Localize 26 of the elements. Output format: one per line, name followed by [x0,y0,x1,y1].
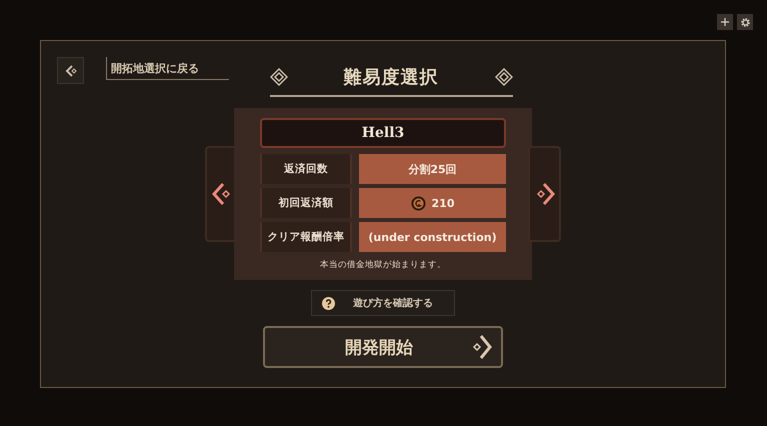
diamond-icon [270,68,288,86]
help-button[interactable]: 遊び方を確認する [311,290,455,316]
row-value: (under construction) [359,222,506,252]
start-button[interactable]: 開発開始 [263,326,503,368]
next-button[interactable] [528,146,561,242]
add-button[interactable] [717,14,733,30]
amount-text: 210 [432,196,454,210]
diamond-icon [494,68,512,86]
row-label: クリア報酬倍率 [260,222,352,252]
note-text: 本当の借金地獄が始まります。 [319,259,447,271]
dialog-title: 難易度選択 [344,66,438,89]
coin-icon [410,196,426,210]
question-icon [322,296,335,310]
right-arrow-icon [471,334,493,360]
back-arrow-icon [64,64,76,76]
back-link[interactable]: 開拓地選択に戻る [106,57,229,80]
back-button[interactable] [57,57,84,84]
difficulty-name: Hell3 [260,118,506,148]
settings-icon [740,16,750,28]
row-label: 初回返済額 [260,188,352,218]
settings-button[interactable] [737,14,753,30]
plus-icon [720,17,730,27]
left-arrow-icon [212,182,232,206]
row-value: 分割25回 [359,154,506,184]
row-label: 返済回数 [260,154,352,184]
right-arrow-icon [534,182,554,206]
